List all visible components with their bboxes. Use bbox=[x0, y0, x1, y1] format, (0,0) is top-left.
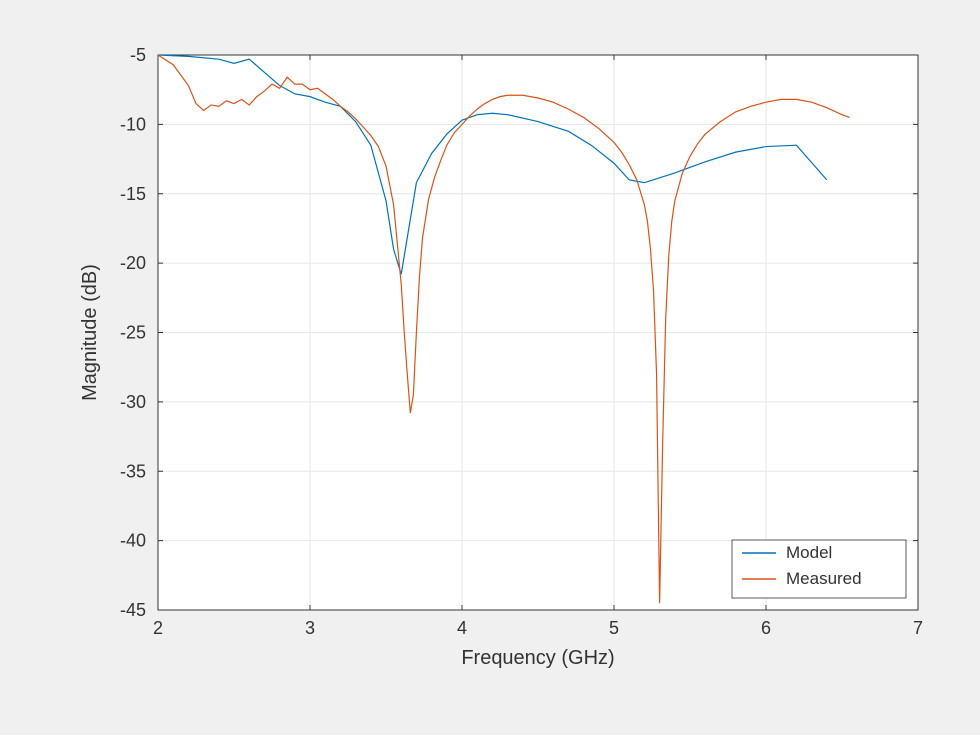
x-tick-label: 6 bbox=[761, 618, 771, 638]
x-tick-label: 3 bbox=[305, 618, 315, 638]
legend-label: Model bbox=[786, 543, 832, 562]
y-tick-label: -40 bbox=[120, 531, 146, 551]
x-tick-label: 7 bbox=[913, 618, 923, 638]
y-tick-label: -5 bbox=[130, 45, 146, 65]
y-tick-label: -45 bbox=[120, 600, 146, 620]
legend-label: Measured bbox=[786, 569, 862, 588]
x-tick-label: 4 bbox=[457, 618, 467, 638]
x-axis-label: Frequency (GHz) bbox=[461, 647, 614, 669]
y-axis-label: Magnitude (dB) bbox=[79, 264, 101, 401]
y-tick-label: -15 bbox=[120, 184, 146, 204]
y-tick-label: -20 bbox=[120, 253, 146, 273]
legend: Model Measured bbox=[732, 540, 906, 598]
y-tick-label: -30 bbox=[120, 392, 146, 412]
y-tick-label: -10 bbox=[120, 114, 146, 134]
y-tick-label: -25 bbox=[120, 323, 146, 343]
chart-plot: 2 3 4 5 6 7 -45 -40 -35 -30 -25 -20 -15 -10 -5 Frequenc… bbox=[0, 0, 980, 735]
x-tick-label: 2 bbox=[153, 618, 163, 638]
figure: 2 3 4 5 6 7 -45 -40 -35 -30 -25 -20 -15 -10 -5 Frequenc… bbox=[0, 0, 980, 735]
x-tick-label: 5 bbox=[609, 618, 619, 638]
y-tick-label: -35 bbox=[120, 461, 146, 481]
